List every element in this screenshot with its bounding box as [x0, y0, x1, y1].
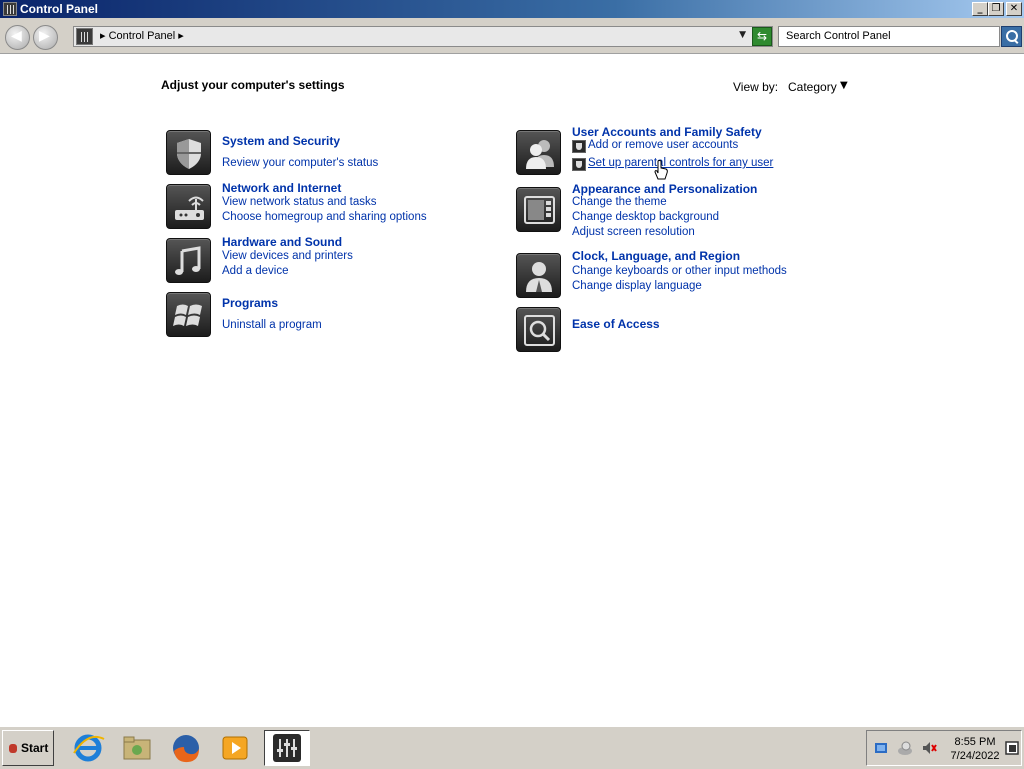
taskbar: Start 8:55 PM 7/24/2022 [0, 726, 1024, 768]
refresh-button[interactable]: ⇆ [752, 27, 772, 46]
action-center-icon[interactable] [897, 740, 913, 756]
control-panel-icon [76, 28, 93, 45]
screen-resolution-link[interactable]: Adjust screen resolution [572, 226, 695, 238]
clock-date: 7/24/2022 [950, 750, 1000, 762]
users-icon[interactable] [516, 130, 561, 175]
hand-cursor-icon [654, 160, 668, 180]
volume-muted-icon[interactable] [921, 740, 937, 756]
uac-shield-icon [572, 140, 586, 153]
start-button[interactable]: Start [2, 730, 54, 766]
display-personalization-icon[interactable] [516, 187, 561, 232]
review-status-link[interactable]: Review your computer's status [222, 157, 378, 169]
search-input[interactable]: Search Control Panel [778, 26, 1000, 47]
view-by-dropdown[interactable]: Category [788, 80, 837, 94]
windows-logo-icon[interactable] [166, 292, 211, 337]
view-by-dropdown-arrow-icon[interactable]: ▼ [840, 80, 848, 91]
clock[interactable]: 8:55 PM 7/24/2022 [947, 735, 1003, 763]
control-panel-icon [3, 2, 17, 16]
category-title[interactable]: Appearance and Personalization [572, 182, 757, 196]
homegroup-sharing-link[interactable]: Choose homegroup and sharing options [222, 211, 427, 223]
view-by-label: View by: [733, 80, 779, 94]
back-arrow-icon: ◀ [11, 28, 22, 44]
restore-button[interactable]: ❐ [988, 2, 1004, 16]
file-explorer-icon[interactable] [119, 731, 155, 765]
uac-shield-icon [572, 158, 586, 171]
system-tray: 8:55 PM 7/24/2022 [866, 730, 1022, 766]
change-display-language-link[interactable]: Change display language [572, 280, 702, 292]
category-title[interactable]: Network and Internet [222, 181, 341, 195]
search-button[interactable] [1001, 26, 1022, 47]
category-title[interactable]: Clock, Language, and Region [572, 249, 740, 263]
page-heading: Adjust your computer's settings [161, 78, 345, 92]
change-theme-link[interactable]: Change the theme [572, 196, 667, 208]
change-background-link[interactable]: Change desktop background [572, 211, 719, 223]
category-title[interactable]: Programs [222, 296, 278, 310]
network-router-icon[interactable] [166, 184, 211, 229]
uninstall-program-link[interactable]: Uninstall a program [222, 319, 322, 331]
view-network-status-link[interactable]: View network status and tasks [222, 196, 376, 208]
category-title[interactable]: Ease of Access [572, 317, 660, 331]
category-title[interactable]: User Accounts and Family Safety [572, 125, 762, 139]
category-title[interactable]: Hardware and Sound [222, 235, 342, 249]
add-remove-accounts-link[interactable]: Add or remove user accounts [588, 139, 738, 151]
forward-button[interactable]: ▶ [33, 25, 58, 50]
close-button[interactable]: ✕ [1006, 2, 1022, 16]
address-dropdown-icon[interactable]: ▼ [739, 30, 746, 40]
category-title[interactable]: System and Security [222, 134, 340, 148]
title-bar[interactable]: Control Panel _ ❐ ✕ [0, 0, 1024, 18]
person-globe-icon[interactable] [516, 253, 561, 298]
media-player-icon[interactable] [217, 731, 253, 765]
forward-arrow-icon: ▶ [39, 28, 50, 44]
music-note-icon[interactable] [166, 238, 211, 283]
internet-explorer-icon[interactable] [70, 731, 106, 765]
address-bar[interactable]: ▸ Control Panel ▸ ▼ [73, 26, 773, 47]
back-button[interactable]: ◀ [5, 25, 30, 50]
parental-controls-link[interactable]: Set up parental controls for any user [588, 157, 773, 169]
firefox-icon[interactable] [168, 731, 204, 765]
view-devices-link[interactable]: View devices and printers [222, 250, 353, 262]
control-panel-window: Control Panel _ ❐ ✕ ◀ ▶ ▸ Control Panel … [0, 0, 1024, 726]
breadcrumb[interactable]: ▸ Control Panel ▸ [100, 29, 184, 44]
breadcrumb-control-panel[interactable]: Control Panel [109, 30, 176, 42]
add-device-link[interactable]: Add a device [222, 265, 289, 277]
network-icon[interactable] [873, 740, 889, 756]
shield-icon[interactable] [166, 130, 211, 175]
window-title: Control Panel [20, 2, 99, 16]
clock-time: 8:55 PM [954, 736, 996, 748]
control-panel-taskbar-button[interactable] [264, 730, 310, 766]
address-toolbar: ◀ ▶ ▸ Control Panel ▸ ▼ ⇆ Search Control… [0, 18, 1024, 54]
magnifier-icon[interactable] [516, 307, 561, 352]
minimize-button[interactable]: _ [972, 2, 988, 16]
change-keyboards-link[interactable]: Change keyboards or other input methods [572, 265, 787, 277]
show-desktop-icon[interactable] [1005, 741, 1019, 755]
